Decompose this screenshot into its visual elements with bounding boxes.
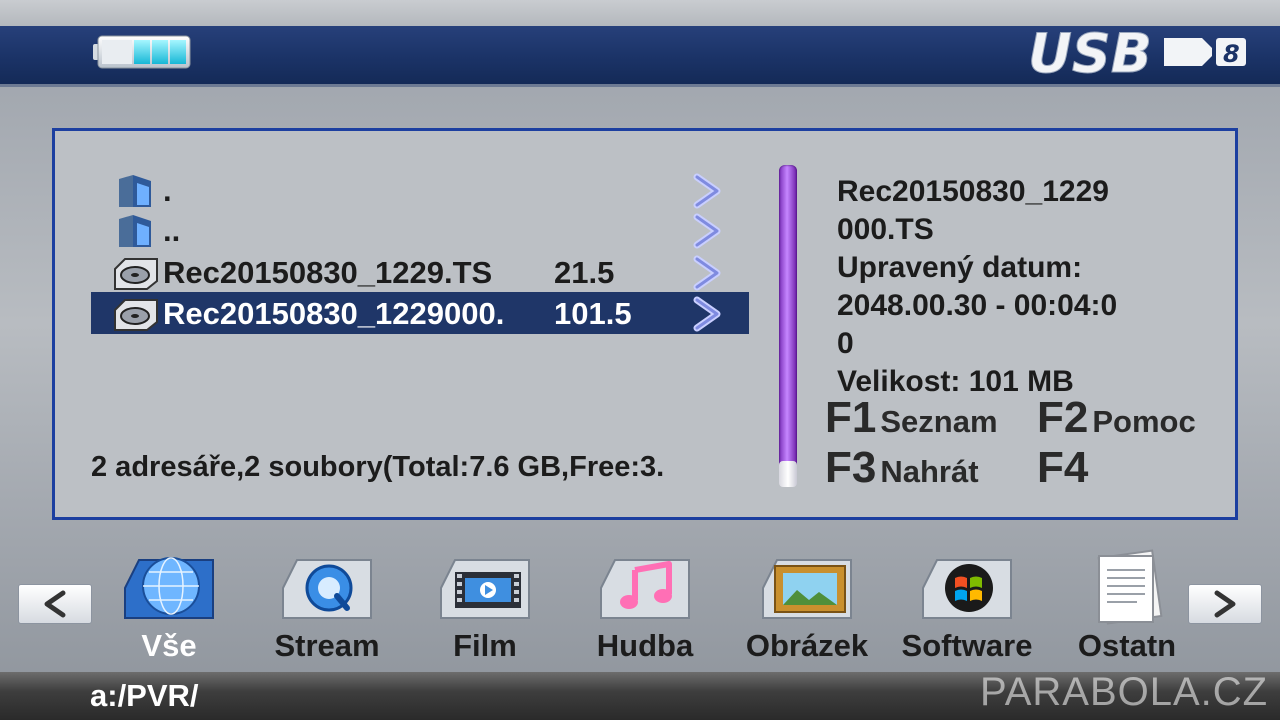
music-note-icon (600, 559, 690, 619)
chevron-right-icon (693, 173, 721, 209)
hdd-record-icon (114, 299, 158, 331)
usb-logo-text: USB (1028, 24, 1152, 80)
globe-icon (124, 557, 214, 619)
battery-icon (93, 35, 191, 69)
f2-key-label: F2 (1037, 393, 1089, 442)
hdd-record-icon (114, 258, 158, 290)
chevron-right-icon (693, 213, 721, 249)
category-music[interactable]: Hudba (570, 548, 720, 668)
directory-summary: 2 adresáře,2 soubory(Total:7.6 GB,Free:3… (91, 451, 665, 483)
windows-icon (922, 559, 1012, 619)
prev-category-button[interactable] (18, 584, 92, 624)
file-name: . (163, 173, 172, 208)
category-film[interactable]: Film (410, 548, 560, 668)
file-name: .. (163, 213, 181, 248)
folder-icon (119, 215, 151, 247)
info-modified-value-cont: 0 (837, 327, 854, 360)
file-row[interactable]: Rec20150830_1229.TS 21.5 (91, 251, 749, 293)
quicktime-icon (282, 559, 372, 619)
scrollbar[interactable] (779, 165, 797, 485)
file-name: Rec20150830_1229000. (163, 296, 505, 331)
document-icon (1097, 549, 1163, 625)
scrollbar-thumb[interactable] (779, 461, 797, 487)
category-label: Ostatn (1077, 628, 1177, 663)
file-size: 21.5 (554, 255, 615, 290)
info-modified-value: 2048.00.30 - 00:04:0 (837, 289, 1118, 322)
category-stream[interactable]: Stream (252, 548, 402, 668)
category-software[interactable]: Software (892, 548, 1042, 668)
f2-key-action: Pomoc (1092, 404, 1196, 439)
info-filename-line1: Rec20150830_1229 (837, 175, 1109, 208)
usb-logo-suffix: 8 (1223, 40, 1240, 68)
file-info: Rec20150830_1229 000.TS Upravený datum: … (837, 173, 1217, 401)
category-pictures[interactable]: Obrázek (732, 548, 882, 668)
current-path: a:/PVR/ (90, 678, 199, 713)
chevron-right-icon (693, 255, 721, 291)
f1-key[interactable]: F1 Seznam (825, 393, 998, 443)
f4-key[interactable]: F4 (1037, 443, 1092, 493)
f3-key-label: F3 (825, 443, 877, 492)
file-size: 101.5 (554, 296, 632, 331)
file-row-current-dir[interactable]: . (91, 169, 749, 211)
folder-icon (119, 175, 151, 207)
file-row-parent-dir[interactable]: .. (91, 209, 749, 251)
file-name: Rec20150830_1229.TS (163, 255, 493, 290)
top-strip (0, 0, 1280, 26)
info-filename-line2: 000.TS (837, 213, 934, 246)
f4-key-label: F4 (1037, 443, 1089, 492)
chevron-left-icon (44, 590, 66, 618)
picture-icon (762, 559, 852, 619)
f1-key-action: Seznam (880, 404, 998, 439)
film-icon (440, 559, 530, 619)
file-row-selected[interactable]: Rec20150830_1229000. 101.5 (91, 292, 749, 334)
chevron-right-icon (693, 296, 721, 332)
category-all[interactable]: Vše (94, 548, 244, 668)
usb-logo: USB 8 (1028, 24, 1246, 80)
f1-key-label: F1 (825, 393, 877, 442)
f3-key-action: Nahrát (880, 454, 979, 489)
category-other[interactable]: Ostatn (1052, 548, 1202, 668)
info-modified-label: Upravený datum: (837, 251, 1083, 284)
f3-key[interactable]: F3 Nahrát (825, 443, 979, 493)
file-browser-panel: . .. Rec20150830_1229.TS 21.5 Rec2015083… (52, 128, 1238, 520)
watermark: PARABOLA.CZ (980, 670, 1269, 714)
f2-key[interactable]: F2 Pomoc (1037, 393, 1196, 443)
